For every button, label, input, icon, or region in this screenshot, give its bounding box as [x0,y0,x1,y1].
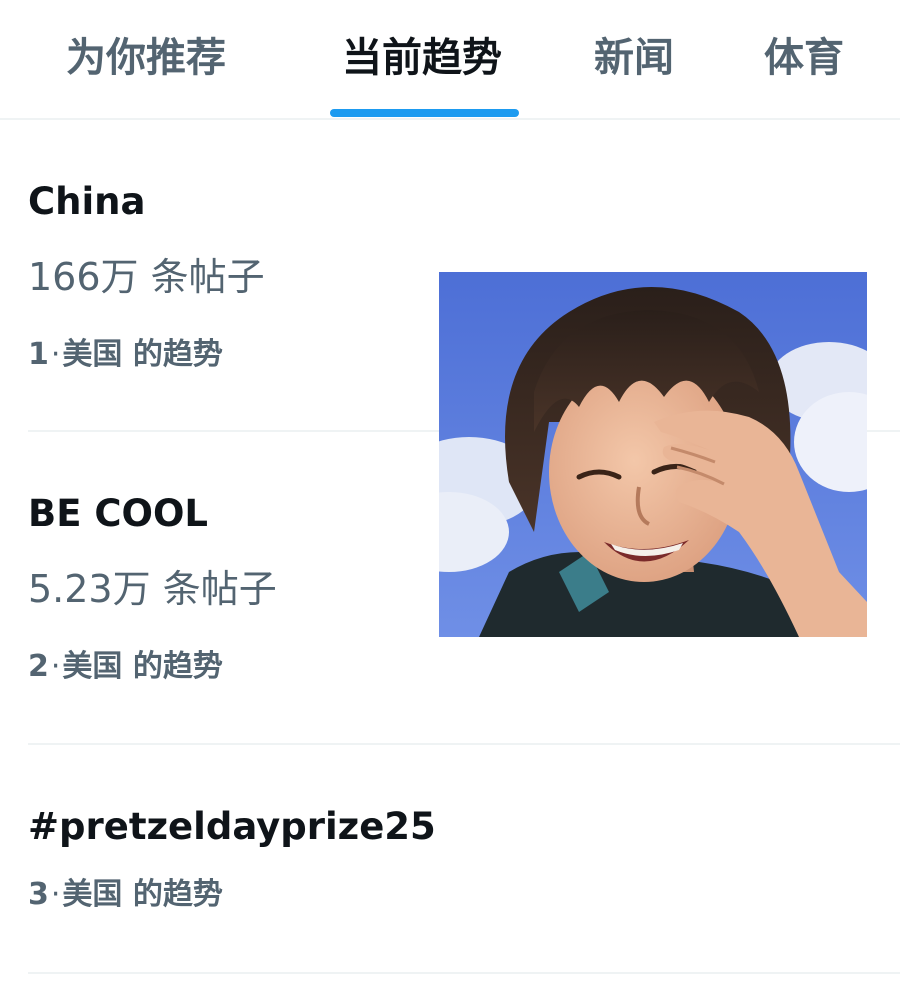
trend-rank: 1 [28,337,49,372]
trend-item-pretzeldayprize25[interactable]: #pretzeldayprize25 3·美国 的趋势 [0,745,900,973]
trend-title: BE COOL [28,492,208,535]
trend-region: 美国 的趋势 [62,877,223,912]
trend-separator: · [50,877,61,912]
trend-post-count: 5.23万 条帖子 [28,567,277,611]
trend-post-count: 166万 条帖子 [28,255,265,299]
tab-sports[interactable]: 体育 [764,30,844,86]
trending-tabbar: 为你推荐 当前趋势 新闻 体育 [0,0,900,120]
trend-title: China [28,180,146,223]
trend-region: 美国 的趋势 [62,649,223,684]
trend-divider [28,972,900,974]
facepalm-laughing-meme-image [439,272,867,637]
trend-meta: 3·美国 的趋势 [28,875,223,915]
tab-trending[interactable]: 当前趋势 [342,30,502,86]
trend-separator: · [50,337,61,372]
trend-meta: 2·美国 的趋势 [28,647,223,687]
trend-rank: 2 [28,649,49,684]
active-tab-indicator [330,109,519,117]
trend-meta: 1·美国 的趋势 [28,335,223,375]
trend-region: 美国 的趋势 [62,337,223,372]
trend-separator: · [50,649,61,684]
tab-news[interactable]: 新闻 [594,30,674,86]
trend-rank: 3 [28,877,49,912]
trend-title: #pretzeldayprize25 [28,805,436,848]
tab-for-you[interactable]: 为你推荐 [66,30,226,86]
